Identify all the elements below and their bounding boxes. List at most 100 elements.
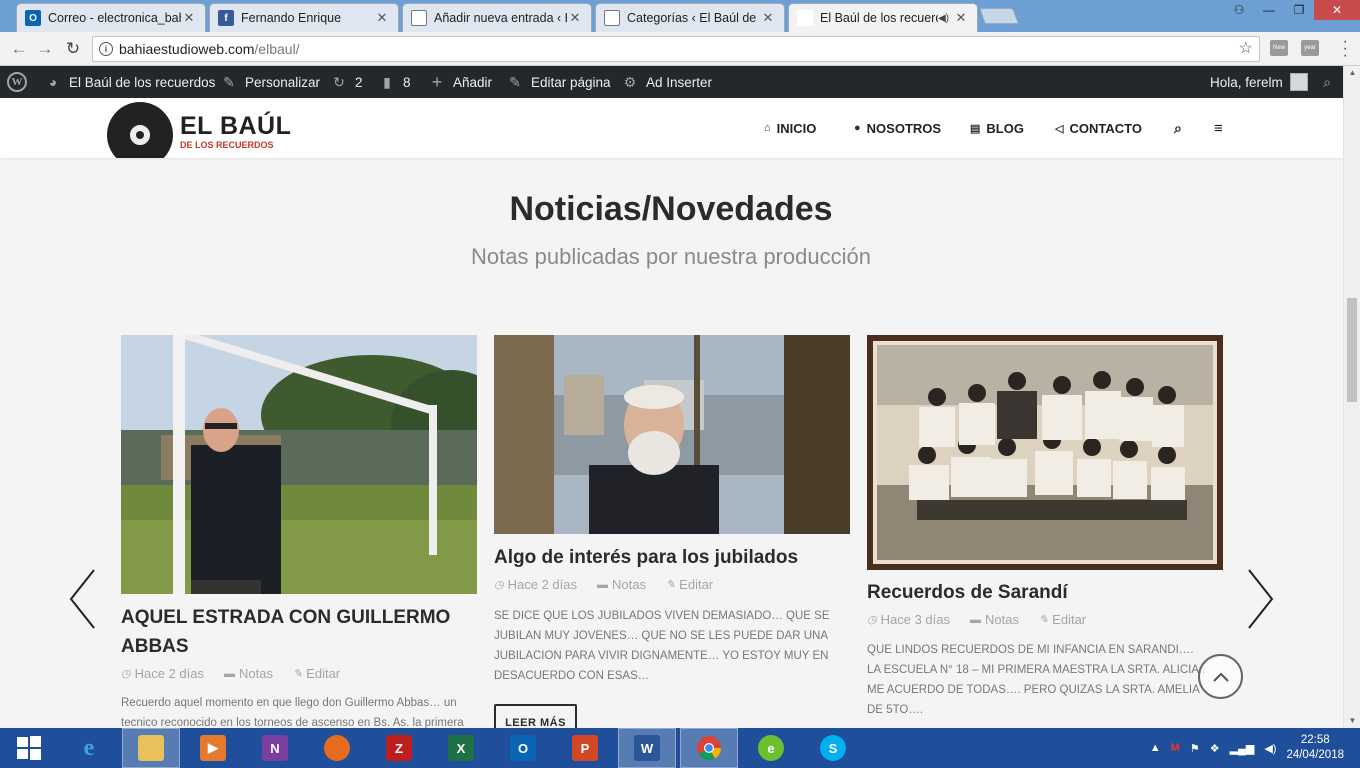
internet-explorer-icon[interactable]: e: [60, 728, 118, 768]
close-tab-icon[interactable]: ✕: [567, 10, 583, 26]
window-controls: ⚇ — ❐ ✕: [1224, 0, 1360, 20]
bookmark-star-icon[interactable]: ☆: [1239, 37, 1253, 61]
updates-link[interactable]: ↻ 2: [330, 66, 362, 98]
wordpress-logo-button[interactable]: W: [7, 66, 27, 98]
network-signal-icon[interactable]: ▂▄▆: [1230, 742, 1255, 755]
tab-anadir-entrada[interactable]: Añadir nueva entrada ‹ El ✕: [402, 3, 592, 32]
close-window-button[interactable]: ✕: [1314, 0, 1360, 20]
customize-link[interactable]: ✎ Personalizar: [220, 66, 320, 98]
profile-icon[interactable]: ⚇: [1224, 0, 1254, 20]
start-button[interactable]: [0, 728, 58, 768]
chrome-icon[interactable]: [680, 728, 738, 768]
tray-expand-icon[interactable]: ▲: [1150, 742, 1161, 754]
edit-page-link[interactable]: ✎ Editar página: [506, 66, 610, 98]
carousel-next-arrow-icon[interactable]: [1245, 568, 1275, 630]
page-icon: [411, 10, 427, 26]
forward-icon[interactable]: →: [34, 38, 56, 60]
logo-title[interactable]: EL BAÚL: [180, 113, 291, 139]
back-icon[interactable]: ←: [8, 38, 30, 60]
filezilla-icon[interactable]: Z: [370, 728, 428, 768]
post-edit-link[interactable]: ✎ Editar: [1039, 612, 1086, 627]
ad-inserter-link[interactable]: ⚙ Ad Inserter: [621, 66, 712, 98]
address-bar[interactable]: i bahiaestudioweb.com/elbaul/ ☆: [92, 36, 1260, 62]
antivirus-tray-icon[interactable]: M: [1171, 742, 1180, 754]
comments-link[interactable]: ▮ 8: [378, 66, 410, 98]
admin-search-button[interactable]: ⌕: [1318, 66, 1336, 98]
browser-toolbar: ← → ↻ i bahiaestudioweb.com/elbaul/ ☆ Ne…: [0, 32, 1360, 66]
page-scrollbar[interactable]: ▲ ▼: [1343, 66, 1360, 728]
hamburger-menu-icon[interactable]: ≡: [1214, 98, 1223, 158]
newspaper-icon: ▤: [970, 122, 981, 135]
nav-inicio[interactable]: ⌂ INICIO: [764, 98, 816, 158]
volume-icon[interactable]: ◀): [1264, 742, 1276, 755]
tab-correo[interactable]: O Correo - electronica_bahi ✕: [16, 3, 206, 32]
avatar: [1289, 73, 1308, 91]
close-tab-icon[interactable]: ✕: [374, 10, 390, 26]
reload-icon[interactable]: ↻: [62, 38, 84, 60]
pencil-icon: ✎: [292, 668, 303, 680]
powerpoint-icon[interactable]: P: [556, 728, 614, 768]
windows-logo-icon: [17, 736, 41, 760]
back-to-top-button[interactable]: [1198, 654, 1243, 699]
tab-el-baul[interactable]: El Baúl de los recuerdo ◀) ✕: [788, 3, 978, 32]
browser-tab-strip: O Correo - electronica_bahi ✕ f Fernando…: [0, 0, 1360, 32]
media-player-icon[interactable]: ▶: [184, 728, 242, 768]
user-account-menu[interactable]: Hola, ferelm: [1210, 66, 1308, 98]
tab-categorias[interactable]: Categorías ‹ El Baúl de lo ✕: [595, 3, 785, 32]
site-search-icon[interactable]: ⌕: [1174, 98, 1182, 158]
add-new-link[interactable]: + Añadir: [428, 66, 492, 98]
nav-blog[interactable]: ▤ BLOG: [970, 98, 1024, 158]
scroll-down-icon[interactable]: ▼: [1344, 714, 1360, 728]
close-tab-icon[interactable]: ✕: [181, 10, 197, 26]
scrollbar-thumb[interactable]: [1347, 298, 1357, 402]
post-image-window-portrait[interactable]: [494, 335, 850, 534]
post-image-football-field[interactable]: [121, 335, 477, 594]
post-category[interactable]: ▬ Notas: [224, 666, 273, 681]
extension-new-icon[interactable]: New: [1270, 40, 1288, 56]
outlook-icon[interactable]: O: [494, 728, 552, 768]
site-name-link[interactable]: ◕ El Baúl de los recuerdos: [44, 66, 216, 98]
section-subtitle: Notas publicadas por nuestra producción: [471, 244, 871, 269]
word-icon[interactable]: W: [618, 728, 676, 768]
excel-icon[interactable]: X: [432, 728, 490, 768]
page-icon: [604, 10, 620, 26]
nav-nosotros[interactable]: ● NOSOTROS: [854, 98, 941, 158]
system-tray: ▲ M ⚑ ❖ ▂▄▆ ◀) 22:58 24/04/2018: [1150, 728, 1360, 768]
dreamweaver-icon[interactable]: e: [742, 728, 800, 768]
scroll-up-icon[interactable]: ▲: [1344, 66, 1360, 80]
system-clock[interactable]: 22:58 24/04/2018: [1286, 733, 1344, 763]
logo-subtitle: DE LOS RECUERDOS: [180, 140, 274, 150]
post-edit-link[interactable]: ✎ Editar: [666, 577, 713, 592]
close-tab-icon[interactable]: ✕: [953, 10, 969, 26]
dashboard-icon: ◕: [48, 74, 58, 90]
plus-icon: +: [431, 71, 443, 92]
new-tab-button[interactable]: [979, 8, 1019, 24]
skype-icon[interactable]: S: [804, 728, 862, 768]
close-tab-icon[interactable]: ✕: [760, 10, 776, 26]
post-edit-link[interactable]: ✎ Editar: [293, 666, 340, 681]
carousel-prev-arrow-icon[interactable]: [68, 568, 98, 630]
onenote-icon[interactable]: N: [246, 728, 304, 768]
post-image-team-photo[interactable]: [867, 335, 1223, 570]
post-excerpt: SE DICE QUE LOS JUBILADOS VIVEN DEMASIAD…: [494, 610, 830, 682]
post-title[interactable]: AQUEL ESTRADA CON GUILLERMO ABBAS: [121, 603, 477, 661]
post-title[interactable]: Algo de interés para los jubilados: [494, 543, 850, 572]
file-explorer-icon[interactable]: [122, 728, 180, 768]
info-icon[interactable]: i: [99, 42, 113, 56]
post-category[interactable]: ▬ Notas: [597, 577, 646, 592]
flag-tray-icon[interactable]: ⚑: [1190, 742, 1200, 755]
post-title[interactable]: Recuerdos de Sarandí: [867, 578, 1223, 607]
pencil-icon: ✎: [665, 579, 676, 591]
wordpress-icon: W: [7, 72, 27, 92]
nav-contacto[interactable]: ◁ CONTACTO: [1055, 98, 1142, 158]
dropbox-tray-icon[interactable]: ❖: [1210, 742, 1220, 755]
restore-button[interactable]: ❐: [1284, 0, 1314, 20]
firefox-icon[interactable]: [308, 728, 366, 768]
minimize-button[interactable]: —: [1254, 0, 1284, 20]
tab-facebook[interactable]: f Fernando Enrique ✕: [209, 3, 399, 32]
browser-menu-icon[interactable]: · · ·: [1343, 34, 1348, 64]
post-category[interactable]: ▬ Notas: [970, 612, 1019, 627]
extension-year-icon[interactable]: year: [1301, 40, 1319, 56]
comment-icon: ▮: [383, 73, 391, 90]
vinyl-record-logo-icon[interactable]: [107, 102, 173, 158]
